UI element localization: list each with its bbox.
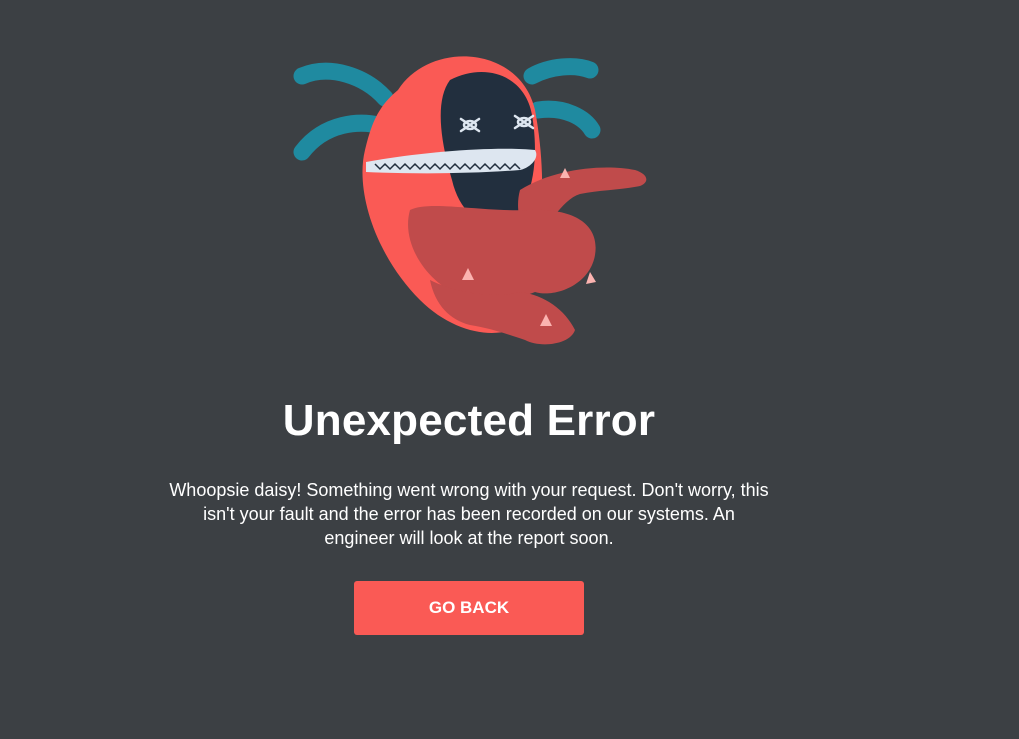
error-page: Unexpected Error Whoopsie daisy! Somethi… (0, 0, 1019, 739)
error-monster-illustration (293, 56, 647, 345)
error-message: Whoopsie daisy! Something went wrong wit… (169, 480, 769, 548)
go-back-button[interactable]: GO BACK (354, 581, 584, 635)
error-title: Unexpected Error (282, 396, 656, 445)
